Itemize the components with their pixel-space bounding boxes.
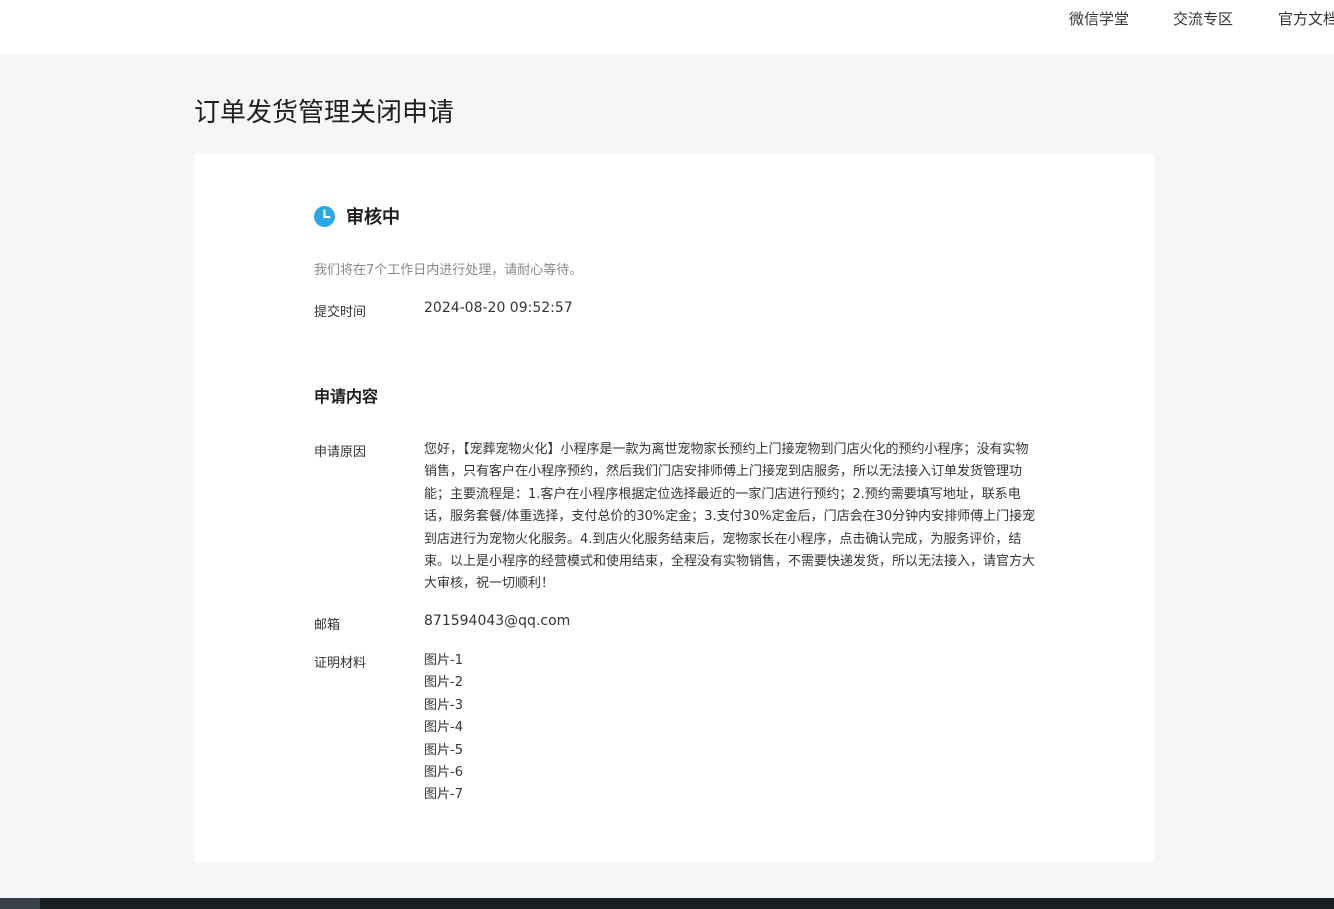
material-link[interactable]: 图片-5 bbox=[424, 740, 463, 762]
material-link[interactable]: 图片-1 bbox=[424, 650, 463, 672]
page-title: 订单发货管理关闭申请 bbox=[194, 98, 455, 128]
top-nav-bar: 微信学堂 交流专区 官方文档 bbox=[0, 0, 1334, 55]
material-link[interactable]: 图片-7 bbox=[424, 784, 463, 806]
reason-text: 您好，【宠葬宠物火化】小程序是一款为离世宠物家长预约上门接宠物到门店火化的预约小… bbox=[424, 442, 1036, 592]
material-link[interactable]: 图片-6 bbox=[424, 762, 463, 784]
clock-icon bbox=[314, 205, 335, 227]
section-title-application-content: 申请内容 bbox=[314, 387, 379, 406]
material-link[interactable]: 图片-4 bbox=[424, 717, 463, 739]
nav-link-community[interactable]: 交流专区 bbox=[1173, 8, 1233, 29]
email-label: 邮箱 bbox=[314, 618, 341, 633]
material-link[interactable]: 图片-3 bbox=[424, 695, 463, 717]
bottom-taskbar bbox=[0, 898, 1334, 909]
status-header: 审核中 bbox=[314, 202, 400, 230]
nav-link-wechat-academy[interactable]: 微信学堂 bbox=[1069, 8, 1129, 29]
application-card: 审核中 我们将在7个工作日内进行处理，请耐心等待。 提交时间 2024-08-2… bbox=[194, 153, 1154, 863]
email-value: 871594043@qq.com bbox=[424, 613, 571, 629]
material-link[interactable]: 图片-2 bbox=[424, 672, 463, 694]
reason-label: 申请原因 bbox=[314, 445, 367, 460]
processing-notice: 我们将在7个工作日内进行处理，请耐心等待。 bbox=[314, 263, 583, 278]
nav-link-official-docs[interactable]: 官方文档 bbox=[1278, 8, 1334, 29]
materials-label: 证明材料 bbox=[314, 656, 367, 671]
submit-time-value: 2024-08-20 09:52:57 bbox=[424, 300, 573, 316]
status-label: 审核中 bbox=[346, 207, 400, 228]
materials-list: 图片-1 图片-2 图片-3 图片-4 图片-5 图片-6 图片-7 bbox=[424, 650, 463, 807]
taskbar-start-button[interactable] bbox=[0, 898, 40, 909]
submit-time-label: 提交时间 bbox=[314, 305, 367, 320]
